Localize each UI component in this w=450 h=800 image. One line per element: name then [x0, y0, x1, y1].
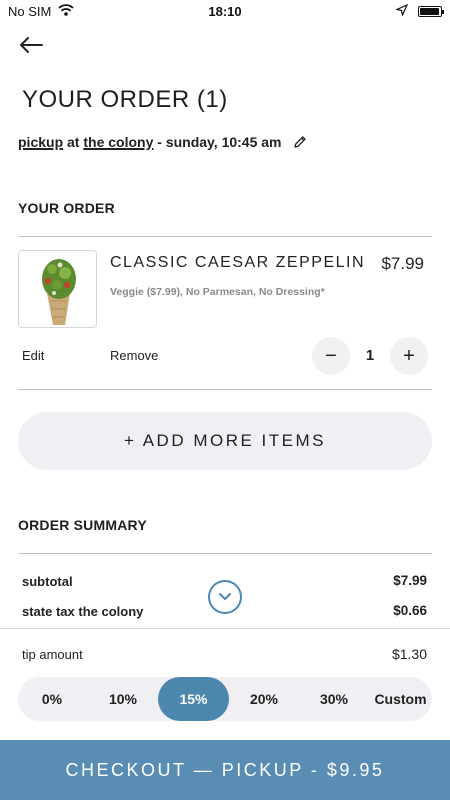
battery-icon — [418, 6, 444, 17]
page-title: YOUR ORDER (1) — [22, 86, 228, 113]
edit-button[interactable]: Edit — [22, 348, 44, 363]
tip-option-10[interactable]: 10% — [88, 677, 158, 721]
pickup-details: pickup at the colony - sunday, 10:45 am — [18, 134, 307, 152]
item-modifiers: Veggie ($7.99), No Parmesan, No Dressing… — [110, 286, 325, 298]
status-bar: No SIM 18:10 — [0, 0, 450, 24]
back-button[interactable] — [18, 32, 48, 58]
pencil-icon[interactable] — [293, 135, 307, 152]
item-image — [18, 250, 97, 328]
tip-selector: 0% 10% 15% 20% 30% Custom — [18, 677, 432, 721]
subtotal-value: $7.99 — [393, 573, 427, 588]
pickup-mode-link[interactable]: pickup — [18, 134, 63, 150]
item-price: $7.99 — [381, 254, 424, 273]
subtotal-label: subtotal — [22, 574, 73, 589]
clock: 18:10 — [208, 4, 242, 19]
divider — [18, 236, 432, 237]
summary-heading: ORDER SUMMARY — [18, 517, 147, 533]
minus-icon: − — [325, 344, 337, 367]
tip-value: $1.30 — [391, 646, 427, 662]
tax-label: state tax the colony — [22, 604, 144, 619]
tip-option-20[interactable]: 20% — [229, 677, 299, 721]
decrement-button[interactable]: − — [312, 337, 350, 375]
arrow-left-icon — [20, 37, 43, 53]
tip-option-0[interactable]: 0% — [18, 677, 86, 721]
tip-option-30[interactable]: 30% — [299, 677, 369, 721]
tip-panel: tip amount $1.30 0% 10% 15% 20% 30% Cust… — [0, 628, 450, 740]
item-name: CLASSIC CAESAR ZEPPELIN — [110, 254, 366, 271]
increment-button[interactable]: + — [390, 337, 428, 375]
location-arrow-icon — [395, 3, 409, 19]
order-heading: YOUR ORDER — [18, 200, 115, 216]
tip-label: tip amount — [22, 647, 83, 662]
divider — [18, 389, 432, 390]
pickup-at-text: at — [63, 134, 84, 150]
remove-button[interactable]: Remove — [110, 348, 158, 363]
chevron-down-icon — [219, 593, 231, 600]
pickup-datetime: - sunday, 10:45 am — [153, 134, 282, 150]
quantity-value: 1 — [365, 347, 375, 364]
tax-value: $0.66 — [393, 603, 427, 618]
tip-option-custom[interactable]: Custom — [369, 677, 432, 721]
checkout-button[interactable]: CHECKOUT — PICKUP - $9.95 — [0, 740, 450, 800]
add-more-items-button[interactable]: + ADD MORE ITEMS — [18, 412, 432, 470]
plus-icon: + — [403, 344, 415, 367]
tip-option-15[interactable]: 15% — [158, 677, 229, 721]
divider — [18, 553, 432, 554]
expand-summary-button[interactable] — [208, 580, 242, 614]
pickup-location-link[interactable]: the colony — [83, 134, 153, 150]
